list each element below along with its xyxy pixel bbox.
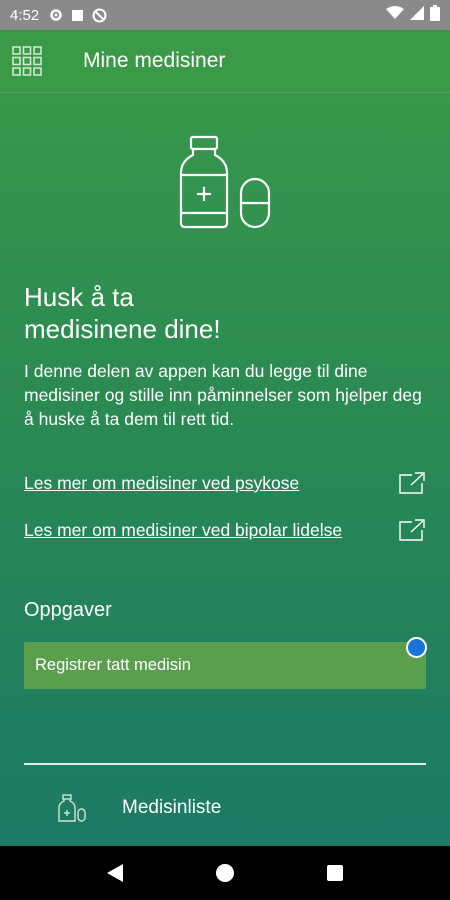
wifi-icon: [386, 6, 404, 24]
task-register-medicine[interactable]: Registrer tatt medisin: [24, 637, 427, 689]
tasks-heading: Oppgaver: [24, 599, 112, 621]
page-title: Mine medisiner: [83, 49, 226, 72]
square-notification-icon: [71, 9, 84, 22]
battery-icon: [430, 5, 440, 25]
task-label: Registrer tatt medisin: [35, 656, 191, 674]
settings-icon: [49, 8, 63, 22]
link-psykose[interactable]: Les mer om medisiner ved psykose: [24, 471, 426, 495]
list-item-medicine-list[interactable]: Medisinliste: [24, 793, 426, 823]
medicine-illustration: [0, 135, 450, 235]
notification-dot: [406, 637, 427, 658]
link-bipolar[interactable]: Les mer om medisiner ved bipolar lidelse: [24, 518, 426, 542]
system-nav-bar: [0, 846, 450, 900]
do-not-disturb-icon: [92, 8, 107, 23]
link-psykose-label[interactable]: Les mer om medisiner ved psykose: [24, 471, 299, 495]
home-icon[interactable]: [213, 861, 237, 885]
app-grid-icon[interactable]: [12, 46, 42, 76]
intro-text: I denne delen av appen kan du legge til …: [24, 361, 422, 429]
back-icon[interactable]: [103, 861, 127, 885]
recents-icon[interactable]: [323, 861, 347, 885]
headline-line-1: Husk å ta: [24, 282, 134, 312]
app-screen: Mine medisiner Husk å ta medisinene dine…: [0, 30, 450, 846]
headline-line-2: medisinene dine!: [24, 314, 221, 344]
app-bar: Mine medisiner: [0, 30, 450, 93]
status-bar: 4:52: [0, 0, 450, 30]
medicine-bottle-icon: [179, 135, 271, 229]
headline: Husk å ta medisinene dine!: [24, 281, 426, 345]
divider: [24, 763, 426, 765]
list-item-label: Medisinliste: [122, 797, 222, 818]
external-link-icon: [398, 471, 426, 495]
external-link-icon: [398, 518, 426, 542]
status-time: 4:52: [10, 6, 40, 24]
medicine-list-icon: [56, 793, 86, 823]
link-bipolar-label[interactable]: Les mer om medisiner ved bipolar lidelse: [24, 518, 342, 542]
signal-icon: [410, 6, 424, 24]
